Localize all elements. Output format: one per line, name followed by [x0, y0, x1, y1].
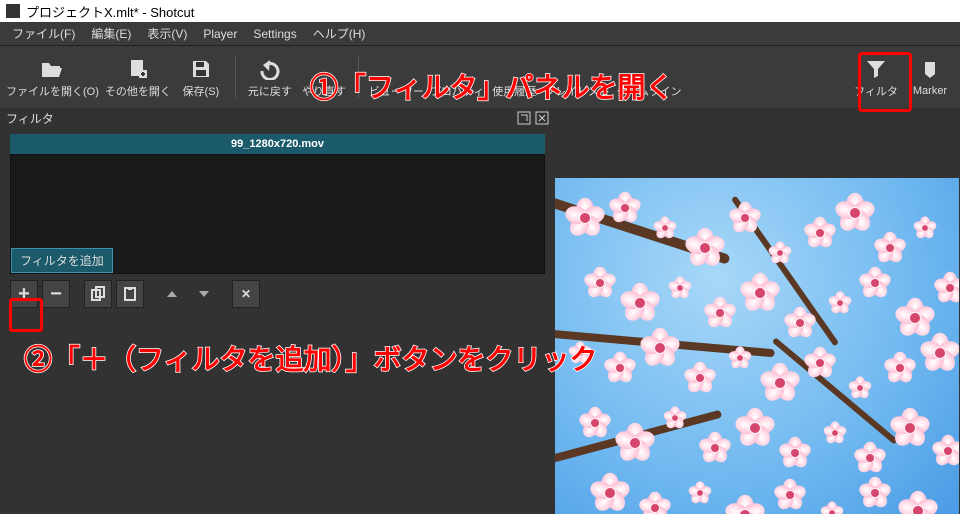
annotation-1: ①「フィルタ」パネルを開く	[310, 66, 673, 106]
menu-file[interactable]: ファイル(F)	[4, 23, 83, 44]
panel-close-icon[interactable]	[535, 111, 549, 125]
undo-icon	[258, 55, 282, 83]
markers-label: Marker	[913, 85, 947, 97]
open-other-label: その他を開く	[105, 83, 171, 99]
open-file-label: ファイルを開く(O)	[6, 83, 99, 99]
add-filter-button[interactable]: +	[10, 280, 38, 308]
menubar: ファイル(F) 編集(E) 表示(V) Player Settings ヘルプ(…	[0, 22, 960, 46]
video-preview[interactable]	[555, 178, 959, 514]
panel-popout-icon[interactable]	[517, 111, 531, 125]
folder-open-icon	[40, 55, 64, 83]
marker-icon	[919, 57, 941, 85]
save-icon	[190, 55, 212, 83]
filters-list: フィルタを追加	[10, 154, 545, 274]
document-plus-icon	[127, 55, 149, 83]
save-button[interactable]: 保存(S)	[177, 49, 225, 105]
remove-filter-button[interactable]: −	[42, 280, 70, 308]
toolbar-separator	[235, 56, 236, 98]
selected-clip-bar[interactable]: 99_1280x720.mov	[10, 134, 545, 154]
filters-button[interactable]: フィルタ	[852, 49, 900, 105]
menu-settings[interactable]: Settings	[245, 25, 304, 43]
markers-button[interactable]: Marker	[906, 49, 954, 105]
annotation-2: ②「＋（フィルタを追加）」ボタンをクリック	[24, 338, 597, 378]
add-filter-tooltip: フィルタを追加	[11, 248, 113, 273]
open-other-button[interactable]: その他を開く	[105, 49, 171, 105]
deselect-filter-button[interactable]: ✕	[232, 280, 260, 308]
undo-button[interactable]: 元に戻す	[246, 49, 294, 105]
menu-player[interactable]: Player	[195, 25, 245, 43]
save-label: 保存(S)	[183, 83, 220, 99]
move-filter-up-button[interactable]	[158, 280, 186, 308]
paste-filter-button[interactable]	[116, 280, 144, 308]
app-icon	[6, 4, 20, 18]
filters-toolbar: + − ✕	[10, 280, 545, 308]
funnel-icon	[865, 55, 887, 83]
preview-image	[555, 178, 959, 514]
undo-label: 元に戻す	[248, 83, 292, 99]
titlebar: プロジェクトX.mlt* - Shotcut	[0, 0, 960, 22]
move-filter-down-button[interactable]	[190, 280, 218, 308]
filters-panel: フィルタ 99_1280x720.mov フィルタを追加 + − ✕	[0, 108, 555, 308]
menu-help[interactable]: ヘルプ(H)	[305, 23, 374, 44]
window-title: プロジェクトX.mlt* - Shotcut	[26, 2, 194, 21]
filters-panel-title: フィルタ	[6, 110, 54, 127]
copy-filter-button[interactable]	[84, 280, 112, 308]
filters-label: フィルタ	[854, 83, 898, 99]
menu-edit[interactable]: 編集(E)	[83, 23, 139, 44]
open-file-button[interactable]: ファイルを開く(O)	[6, 49, 99, 105]
menu-view[interactable]: 表示(V)	[139, 23, 195, 44]
